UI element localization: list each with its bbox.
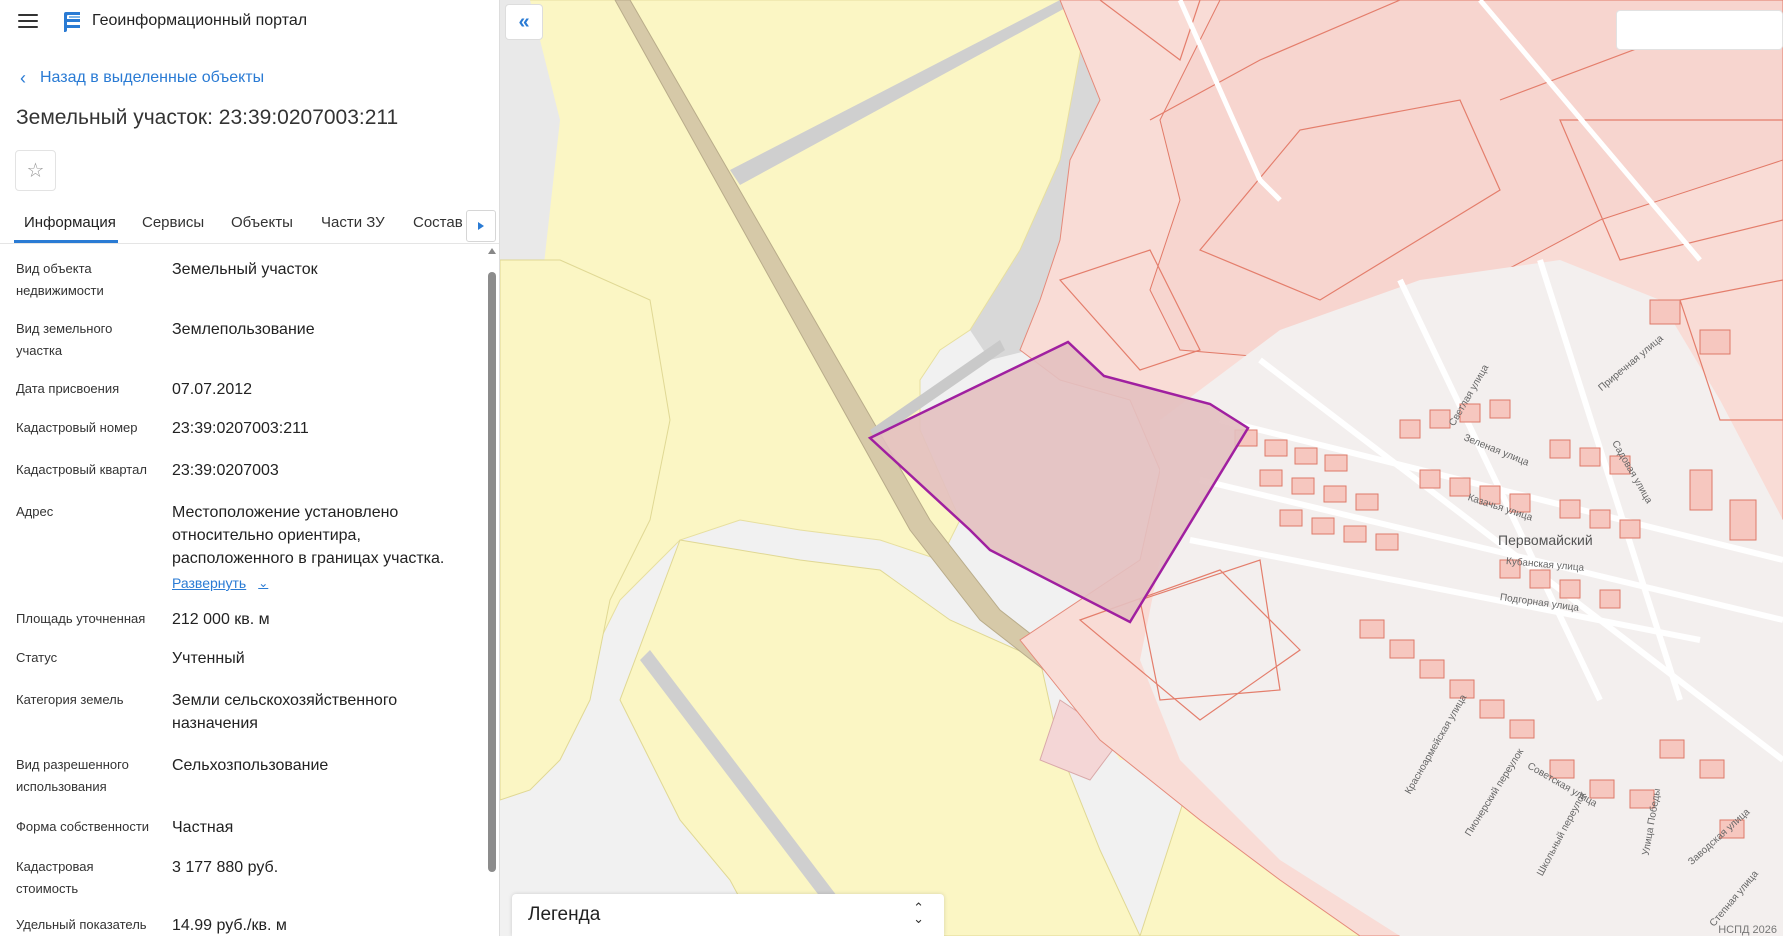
- property-value: 212 000 кв. м: [172, 611, 270, 628]
- property-value: Учтенный: [172, 650, 245, 667]
- tab-services[interactable]: Сервисы: [142, 214, 204, 231]
- unfold-icon[interactable]: ⌃ ⌄: [913, 901, 924, 925]
- property-label: Вид разрешенного использования: [16, 757, 129, 794]
- property-label: Вид земельного участка: [16, 321, 113, 358]
- app-title: Геоинформационный портал: [92, 12, 308, 29]
- caret-right-icon: [478, 222, 484, 230]
- property-label: Категория земель: [16, 692, 124, 707]
- collapse-sidebar-button[interactable]: «: [505, 4, 543, 40]
- chevron-left-icon: ‹: [20, 67, 26, 88]
- app-root: Геоинформационный портал ‹ Назад в выдел…: [0, 0, 1783, 936]
- property-value: 23:39:0207003:211: [172, 420, 309, 437]
- legend-panel[interactable]: Легенда ⌃ ⌄: [512, 894, 944, 936]
- property-label: Кадастровая стоимость: [16, 859, 94, 896]
- map-view[interactable]: Первомайский Светлая улица Зеленая улица…: [500, 0, 1783, 936]
- property-value: 3 177 880 руб.: [172, 859, 279, 876]
- tab-objects[interactable]: Объекты: [231, 214, 293, 231]
- tab-bar: Информация Сервисы Объекты Части ЗУ Сост…: [0, 208, 499, 244]
- property-value: 23:39:0207003: [172, 462, 279, 479]
- property-label: Форма собственности: [16, 819, 150, 834]
- expand-address-link[interactable]: Развернуть ⌄: [172, 572, 268, 595]
- star-icon: ☆: [26, 160, 45, 182]
- property-value: Частная: [172, 819, 234, 836]
- top-bar: Геоинформационный портал: [0, 0, 499, 44]
- property-label: Удельный показатель: [16, 917, 147, 932]
- tab-composition[interactable]: Состав: [413, 214, 463, 231]
- property-label: Кадастровый номер: [16, 420, 138, 435]
- portal-logo-icon: [64, 12, 80, 32]
- back-link-label: Назад в выделенные объекты: [40, 69, 265, 86]
- property-label: Адрес: [16, 504, 54, 519]
- property-value: 14.99 руб./кв. м: [172, 917, 287, 934]
- property-value: Сельхозпользование: [172, 757, 329, 774]
- tab-parts[interactable]: Части ЗУ: [321, 214, 385, 231]
- object-title: Земельный участок: 23:39:0207003:211: [16, 106, 399, 129]
- double-chevron-left-icon: «: [518, 10, 530, 33]
- address-text: Местоположение установлено относительно …: [172, 504, 445, 567]
- property-value: Земельный участок: [172, 261, 318, 278]
- property-label: Площадь уточненная: [16, 611, 146, 626]
- map-search-box[interactable]: [1616, 10, 1783, 50]
- property-label: Вид объекта недвижимости: [16, 261, 104, 298]
- tab-information[interactable]: Информация: [24, 214, 116, 231]
- property-label: Кадастровый квартал: [16, 462, 147, 477]
- legend-title: Легенда: [528, 904, 601, 925]
- expand-label: Развернуть: [172, 575, 247, 591]
- property-value: Местоположение установлено относительно …: [172, 501, 477, 595]
- property-label: Дата присвоения: [16, 381, 120, 396]
- menu-icon[interactable]: [18, 13, 38, 29]
- active-tab-indicator: [14, 240, 118, 243]
- scroll-up-arrow-icon[interactable]: [488, 248, 496, 254]
- scrollbar-thumb[interactable]: [488, 272, 496, 872]
- map-copyright: НСПД 2026: [1718, 924, 1777, 936]
- settlement-label: Первомайский: [1498, 532, 1593, 548]
- properties-scrollbar[interactable]: [487, 246, 497, 936]
- tabs-scroll-right-button[interactable]: [466, 210, 496, 242]
- property-value: 07.07.2012: [172, 381, 253, 398]
- back-to-selected-link[interactable]: ‹ Назад в выделенные объекты: [20, 66, 264, 90]
- property-value: Земли сельскохозяйственного назначения: [172, 692, 398, 732]
- favorite-button[interactable]: ☆: [15, 150, 56, 191]
- info-sidebar: Геоинформационный портал ‹ Назад в выдел…: [0, 0, 500, 936]
- property-label: Статус: [16, 650, 58, 665]
- property-value: Землепользование: [172, 321, 315, 338]
- chevron-down-icon: ⌄: [258, 576, 269, 590]
- properties-list: Вид объекта недвижимости Земельный участ…: [0, 246, 485, 936]
